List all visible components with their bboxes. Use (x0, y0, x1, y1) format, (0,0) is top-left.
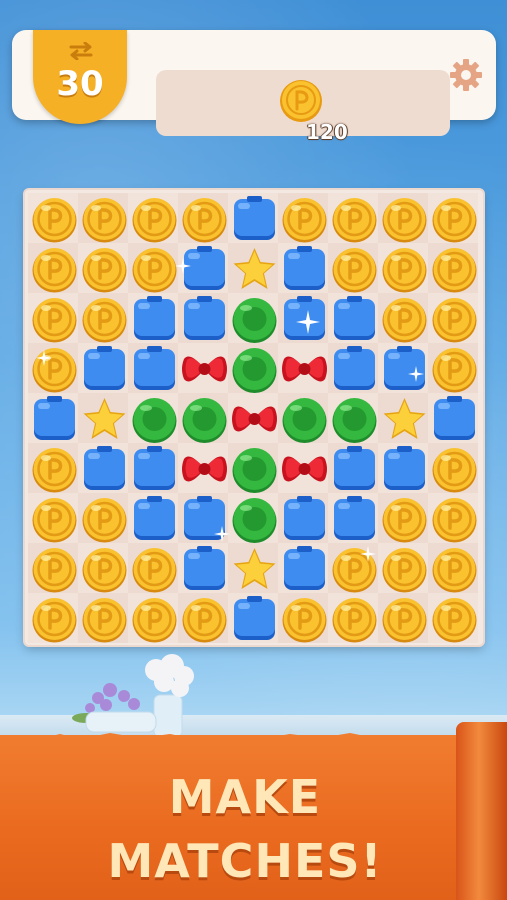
coin-tile[interactable] (80, 545, 129, 594)
coin-tile[interactable] (30, 595, 79, 644)
green-button-tile[interactable] (230, 495, 279, 544)
swap-arrows-icon (69, 42, 93, 60)
coin-tile[interactable] (130, 545, 179, 594)
yellow-star-tile[interactable] (230, 245, 279, 294)
red-bow-tile[interactable] (280, 445, 329, 494)
red-bow-tile[interactable] (180, 445, 229, 494)
coin-tile[interactable] (430, 295, 479, 344)
banner-title: MAKE MATCHES! (0, 765, 490, 893)
coin-tile[interactable] (430, 495, 479, 544)
red-bow-tile[interactable] (180, 345, 229, 394)
blue-suitcase-tile[interactable] (230, 595, 279, 644)
coin-tile[interactable] (430, 595, 479, 644)
yellow-star-tile[interactable] (380, 395, 429, 444)
coin-tile[interactable] (180, 595, 229, 644)
blue-suitcase-tile[interactable] (130, 345, 179, 394)
coin-tile[interactable] (130, 595, 179, 644)
blue-suitcase-tile[interactable] (180, 545, 229, 594)
coin-tile[interactable] (380, 195, 429, 244)
blue-suitcase-tile[interactable] (330, 495, 379, 544)
blue-suitcase-tile[interactable] (280, 545, 329, 594)
sparkle-icon (296, 310, 320, 334)
green-button-tile[interactable] (330, 395, 379, 444)
coin-tile[interactable] (30, 295, 79, 344)
blue-suitcase-tile[interactable] (80, 445, 129, 494)
coin-tile[interactable] (30, 245, 79, 294)
blue-suitcase-tile[interactable] (130, 445, 179, 494)
game-board (25, 190, 483, 645)
coin-tile[interactable] (430, 245, 479, 294)
coin-tile[interactable] (280, 195, 329, 244)
coin-tile[interactable] (180, 195, 229, 244)
coin-tile[interactable] (380, 595, 429, 644)
green-button-tile[interactable] (230, 445, 279, 494)
banner-line-1: MAKE (168, 770, 322, 824)
green-button-tile[interactable] (230, 345, 279, 394)
coin-tile[interactable] (80, 295, 129, 344)
coin-tile[interactable] (30, 195, 79, 244)
blue-suitcase-tile[interactable] (330, 345, 379, 394)
blue-suitcase-tile[interactable] (330, 445, 379, 494)
green-button-tile[interactable] (180, 395, 229, 444)
coin-count: 120 (306, 120, 348, 144)
moves-badge: 30 (33, 30, 127, 124)
flower-vase-icon (72, 654, 194, 738)
green-button-tile[interactable] (280, 395, 329, 444)
sparkle-icon (214, 526, 230, 542)
gear-icon[interactable] (449, 58, 483, 92)
sparkle-icon (360, 546, 376, 562)
blue-suitcase-tile[interactable] (280, 495, 329, 544)
coin-tile[interactable] (130, 245, 179, 294)
blue-suitcase-tile[interactable] (180, 295, 229, 344)
coin-tile[interactable] (80, 595, 129, 644)
blue-suitcase-tile[interactable] (430, 395, 479, 444)
blue-suitcase-tile[interactable] (30, 395, 79, 444)
coin-tile[interactable] (30, 445, 79, 494)
blue-suitcase-tile[interactable] (280, 245, 329, 294)
red-bow-tile[interactable] (230, 395, 279, 444)
coin-tile[interactable] (330, 595, 379, 644)
coin-tile[interactable] (430, 445, 479, 494)
coin-tile[interactable] (380, 245, 429, 294)
coin-tile[interactable] (430, 195, 479, 244)
blue-suitcase-tile[interactable] (230, 195, 279, 244)
coin-icon (280, 80, 322, 122)
green-button-tile[interactable] (230, 295, 279, 344)
red-bow-tile[interactable] (280, 345, 329, 394)
yellow-star-tile[interactable] (230, 545, 279, 594)
blue-suitcase-tile[interactable] (330, 295, 379, 344)
green-button-tile[interactable] (130, 395, 179, 444)
moves-count: 30 (56, 64, 104, 104)
coin-tile[interactable] (80, 245, 129, 294)
coin-tile[interactable] (80, 195, 129, 244)
sparkle-icon (36, 350, 52, 366)
sparkle-icon (175, 258, 191, 274)
coin-tile[interactable] (80, 495, 129, 544)
coin-tile[interactable] (30, 495, 79, 544)
blue-suitcase-tile[interactable] (130, 495, 179, 544)
blue-suitcase-tile[interactable] (130, 295, 179, 344)
coin-tile[interactable] (330, 245, 379, 294)
yellow-star-tile[interactable] (80, 395, 129, 444)
sparkle-icon (408, 366, 424, 382)
coin-tile[interactable] (330, 195, 379, 244)
coin-panel: 120 (156, 70, 450, 144)
blue-suitcase-tile[interactable] (380, 445, 429, 494)
banner-line-2: MATCHES! (107, 834, 383, 888)
coin-tile[interactable] (380, 495, 429, 544)
coin-tile[interactable] (430, 345, 479, 394)
coin-tile[interactable] (280, 595, 329, 644)
coin-tile[interactable] (130, 195, 179, 244)
blue-suitcase-tile[interactable] (80, 345, 129, 394)
coin-tile[interactable] (30, 545, 79, 594)
coin-tile[interactable] (430, 545, 479, 594)
coin-tile[interactable] (380, 545, 429, 594)
coin-tile[interactable] (380, 295, 429, 344)
